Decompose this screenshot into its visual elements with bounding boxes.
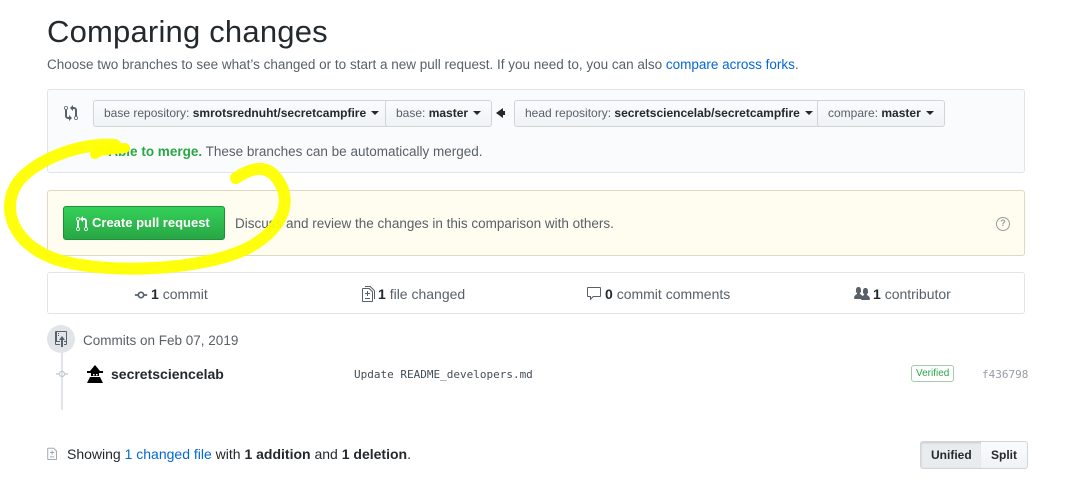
comment-icon	[587, 287, 601, 301]
split-view-button[interactable]: Split	[981, 441, 1028, 469]
head-repository-label: head repository:	[525, 106, 612, 120]
git-compare-icon	[64, 105, 78, 121]
compose-description: Discuss and review the changes in this c…	[235, 216, 614, 231]
overall-summary: 1 commit 1 file changed 0 commit comment…	[47, 272, 1025, 314]
merge-status-label: Able to merge.	[108, 144, 203, 159]
compare-across-forks-link[interactable]: compare across forks	[666, 57, 795, 72]
git-pull-request-icon	[76, 216, 88, 231]
and-text: and	[310, 446, 342, 462]
head-repository-value: secretsciencelab/secretcampfire	[614, 106, 800, 120]
chevron-down-icon	[473, 110, 482, 115]
git-commit-icon	[56, 370, 68, 378]
comments-label: commit comments	[616, 286, 731, 302]
contributors-count: 1	[873, 286, 881, 302]
base-repository-value: smrotsrednuht/secretcampfire	[192, 106, 367, 120]
question-icon[interactable]: ?	[996, 217, 1010, 231]
repo-push-icon	[55, 331, 67, 347]
base-repository-select[interactable]: base repository: smrotsrednuht/secretcam…	[93, 100, 391, 127]
files-changed-link[interactable]: 1 file changed	[362, 286, 465, 302]
compare-pr-banner: Create pull request Discuss and review t…	[47, 190, 1025, 256]
commits-summary-link[interactable]: 1 commit	[134, 286, 208, 302]
chevron-down-icon	[804, 110, 813, 115]
compare-branch-select[interactable]: compare: master	[817, 100, 945, 127]
git-commit-icon	[134, 291, 148, 299]
commit-author-link[interactable]: secretsciencelab	[111, 366, 224, 382]
chevron-down-icon	[371, 110, 380, 115]
base-branch-value: master	[428, 106, 469, 120]
arrow-left-icon	[496, 108, 505, 118]
files-label: file changed	[389, 286, 466, 302]
contributors-label: contributor	[884, 286, 951, 302]
commit-comments-link[interactable]: 0 commit comments	[586, 286, 730, 302]
comments-count: 0	[605, 286, 613, 302]
create-pull-request-button[interactable]: Create pull request	[63, 206, 225, 240]
commits-date-heading: Commits on Feb 07, 2019	[83, 333, 239, 348]
avatar[interactable]	[85, 363, 105, 383]
people-icon	[854, 287, 870, 300]
timeline-badge	[47, 325, 75, 353]
diff-summary: Showing 1 changed file with 1 addition a…	[67, 446, 411, 462]
contributors-link[interactable]: 1 contributor	[854, 286, 951, 302]
file-icon	[47, 447, 57, 460]
commit-sha-link[interactable]: f436798	[982, 368, 1028, 381]
file-diff-icon	[362, 286, 375, 302]
changed-files-link[interactable]: 1 changed file	[125, 446, 212, 462]
additions-count: 1 addition	[244, 446, 311, 462]
with-text: with	[211, 446, 245, 462]
base-branch-select[interactable]: base: master	[385, 100, 493, 127]
commit-message-link[interactable]: Update README_developers.md	[354, 368, 533, 381]
end-text: .	[407, 446, 411, 462]
commits-count: 1	[151, 286, 159, 302]
range-editor: base repository: smrotsrednuht/secretcam…	[47, 89, 1025, 173]
page-title: Comparing changes	[47, 14, 328, 49]
compare-branch-value: master	[881, 106, 921, 120]
base-repository-label: base repository:	[104, 106, 190, 120]
subtitle-text: Choose two branches to see what’s change…	[47, 57, 666, 72]
merge-status-text: These branches can be automatically merg…	[202, 144, 483, 159]
base-branch-label: base:	[396, 106, 426, 120]
merge-status: ✓ Able to merge. These branches can be au…	[94, 144, 483, 160]
commits-label: commit	[162, 286, 208, 302]
subtitle-end: .	[794, 57, 799, 72]
files-count: 1	[378, 286, 386, 302]
verified-badge[interactable]: Verified	[911, 365, 955, 382]
showing-prefix: Showing	[67, 446, 125, 462]
unified-view-button[interactable]: Unified	[920, 441, 983, 469]
compare-branch-label: compare:	[828, 106, 879, 120]
check-icon: ✓	[94, 144, 106, 159]
chevron-down-icon	[925, 110, 934, 115]
create-pull-request-label: Create pull request	[92, 215, 210, 230]
head-repository-select[interactable]: head repository: secretsciencelab/secret…	[514, 100, 824, 127]
deletions-count: 1 deletion	[341, 446, 408, 462]
timeline-line	[61, 350, 63, 410]
page-subtitle: Choose two branches to see what’s change…	[47, 57, 799, 72]
